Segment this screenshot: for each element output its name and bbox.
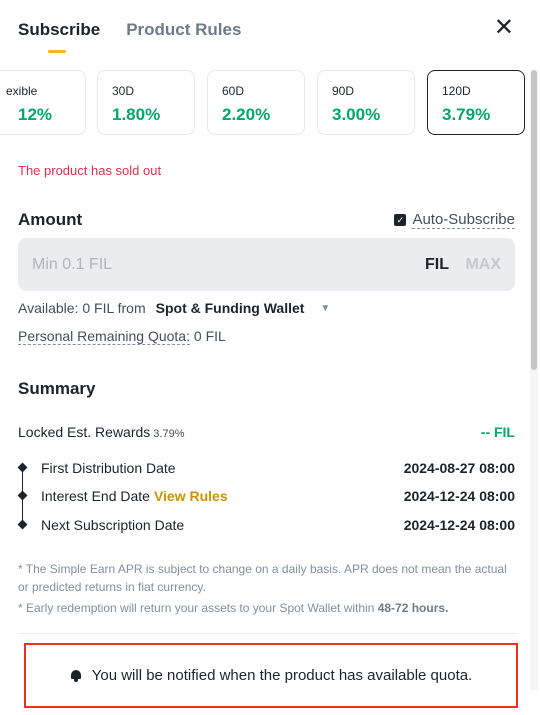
apr-disclaimer: * The Simple Earn APR is subject to chan… (18, 560, 518, 596)
duration-card-90d[interactable]: 90D 3.00% (317, 70, 415, 135)
diamond-icon (17, 519, 28, 530)
duration-label: 60D (222, 84, 245, 98)
diamond-icon (17, 490, 28, 501)
timeline-item-interest-end: Interest End Date View Rules (41, 488, 228, 504)
timeline-item-next-subscription: Next Subscription Date (41, 517, 184, 533)
timeline-label: Next Subscription Date (41, 517, 185, 533)
note-text: * Early redemption will return your asse… (18, 601, 378, 615)
redemption-note: * Early redemption will return your asse… (18, 599, 518, 617)
notify-banner: You will be notified when the product ha… (24, 643, 518, 708)
first-distribution-date: 2024-08-27 08:00 (403, 460, 515, 476)
close-icon[interactable]: ✕ (494, 16, 514, 40)
summary-title: Summary (18, 379, 96, 398)
duration-card-60d[interactable]: 60D 2.20% (207, 70, 305, 135)
tab-product-rules[interactable]: Product Rules (126, 20, 241, 40)
timeline-item-first-distribution: First Distribution Date (41, 460, 176, 476)
duration-apr: 1.80% (112, 105, 161, 124)
remaining-quota: Personal Remaining Quota: 0 FIL (18, 328, 226, 345)
tab-bar: Subscribe Product Rules (18, 20, 241, 53)
auto-subscribe-label[interactable]: Auto-Subscribe (412, 211, 515, 229)
amount-field: FIL MAX (18, 238, 515, 291)
checkbox-checked-icon[interactable]: ✓ (394, 214, 407, 226)
sold-out-message: The product has sold out (18, 163, 162, 178)
notify-text: You will be notified when the product ha… (91, 667, 473, 684)
rewards-value: -- FIL (480, 424, 515, 440)
view-rules-link[interactable]: View Rules (154, 488, 228, 504)
duration-card-120d[interactable]: 120D 3.79% (427, 70, 525, 135)
divider (18, 633, 518, 634)
next-subscription-date: 2024-12-24 08:00 (403, 517, 515, 533)
duration-card-30d[interactable]: 30D 1.80% (97, 70, 195, 135)
bell-icon (70, 669, 82, 682)
amount-unit: FIL (425, 256, 449, 273)
duration-apr: 12% (18, 105, 53, 124)
auto-subscribe-toggle[interactable]: ✓ Auto-Subscribe (394, 211, 515, 229)
amount-input[interactable] (32, 238, 412, 291)
scrollbar-thumb[interactable] (531, 70, 537, 370)
available-label: Available: 0 FIL from (18, 300, 146, 316)
timeline-label: Interest End Date (41, 488, 150, 504)
max-button[interactable]: MAX (465, 256, 501, 274)
interest-end-date: 2024-12-24 08:00 (403, 488, 515, 504)
timeline-label: First Distribution Date (41, 460, 176, 476)
rewards-label: Locked Est. Rewards (18, 424, 151, 440)
wallet-selector[interactable]: Spot & Funding Wallet (156, 300, 305, 316)
duration-label: 30D (112, 84, 135, 98)
caret-down-icon[interactable]: ▼ (320, 303, 330, 314)
note-text: * The Simple Earn APR is subject to chan… (18, 562, 507, 594)
rewards-apr: 3.79% (153, 428, 185, 440)
duration-apr: 2.20% (222, 105, 271, 124)
duration-label: exible (6, 84, 38, 98)
duration-label: 90D (332, 84, 355, 98)
note-bold: 48-72 hours. (377, 601, 449, 615)
quota-label[interactable]: Personal Remaining Quota: (18, 328, 190, 345)
duration-apr: 3.79% (442, 105, 491, 124)
tab-subscribe[interactable]: Subscribe (18, 20, 100, 53)
duration-options: exible 12% 30D 1.80% 60D 2.20% 90D 3.00%… (0, 70, 530, 136)
available-balance: Available: 0 FIL from Spot & Funding Wal… (18, 300, 330, 316)
amount-title: Amount (18, 210, 83, 229)
duration-apr: 3.00% (332, 105, 381, 124)
quota-value: 0 FIL (193, 328, 226, 344)
duration-card-flexible[interactable]: exible 12% (0, 70, 86, 135)
scrollbar[interactable] (530, 70, 538, 690)
locked-est-rewards: Locked Est. Rewards 3.79% (18, 424, 185, 440)
diamond-icon (17, 462, 28, 473)
duration-label: 120D (442, 84, 471, 98)
